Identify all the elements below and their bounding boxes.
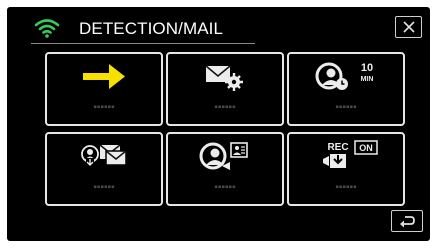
face-detection-icon <box>199 142 248 170</box>
tile-label: ▪▪▪▪▪▪ <box>214 102 236 113</box>
return-icon <box>400 216 415 228</box>
return-button[interactable] <box>391 210 423 232</box>
timer-unit: MIN <box>361 76 374 83</box>
rec-badge: REC <box>327 142 348 153</box>
face-timer-icon: 10 MIN <box>315 62 374 90</box>
close-button[interactable] <box>395 16 422 38</box>
wifi-icon <box>34 18 60 38</box>
on-badge: ON <box>359 143 373 153</box>
screen: DETECTION/MAIL ▪▪▪▪▪▪ ▪▪▪▪▪▪ 10 MIN ▪▪▪▪… <box>7 7 430 241</box>
mail-settings-icon <box>205 65 243 91</box>
title-divider <box>31 43 255 44</box>
tile-label: ▪▪▪▪▪▪ <box>335 182 357 193</box>
tile-rec-download[interactable]: REC ON ▪▪▪▪▪▪ <box>287 132 405 206</box>
tile-person-mail[interactable]: ▪▪▪▪▪▪ <box>45 132 163 206</box>
tile-label: ▪▪▪▪▪▪ <box>214 182 236 193</box>
tile-detection-start[interactable]: ▪▪▪▪▪▪ <box>45 52 163 126</box>
timer-value: 10 <box>361 62 373 74</box>
tile-face-detection[interactable]: ▪▪▪▪▪▪ <box>166 132 284 206</box>
close-icon <box>403 21 415 33</box>
tile-label: ▪▪▪▪▪▪ <box>335 102 357 113</box>
tile-mail-setting[interactable]: ▪▪▪▪▪▪ <box>166 52 284 126</box>
header: DETECTION/MAIL <box>7 7 430 42</box>
tile-label: ▪▪▪▪▪▪ <box>93 102 115 113</box>
page-title: DETECTION/MAIL <box>79 19 224 38</box>
person-mail-icon <box>81 144 127 166</box>
tile-label: ▪▪▪▪▪▪ <box>93 182 115 193</box>
tile-face-timer[interactable]: 10 MIN ▪▪▪▪▪▪ <box>287 52 405 126</box>
arrow-right-icon <box>83 64 125 89</box>
rec-download-icon: REC ON <box>323 140 378 168</box>
